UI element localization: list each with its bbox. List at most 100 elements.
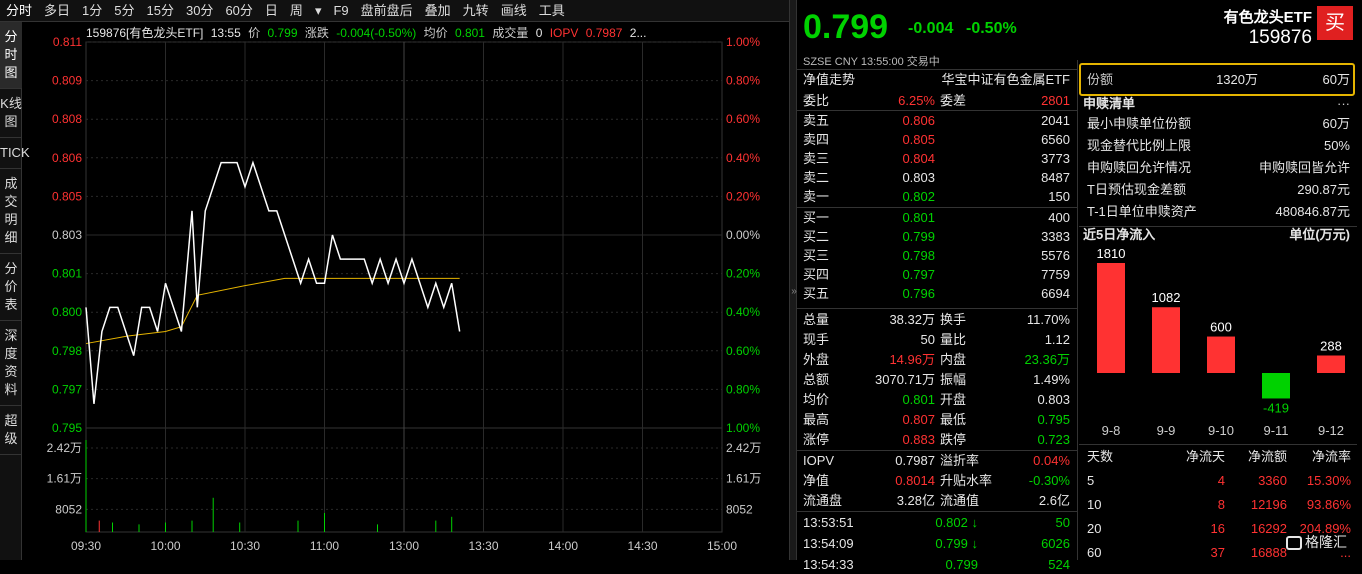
- ask-level-label: 卖二: [803, 170, 830, 185]
- intraday-chart[interactable]: 09:30 10:00 10:30 11:00 13:00 13:30 14:00 14:30…: [22, 22, 789, 560]
- inflow-value: 1810: [1097, 246, 1126, 261]
- last-price: 0.799: [803, 8, 889, 46]
- bid-level-label: 买五: [803, 286, 830, 301]
- toolbar-item-13[interactable]: 九转: [457, 0, 495, 22]
- ask-volume: 2041: [1041, 113, 1070, 128]
- x-tick-label: 09:30: [71, 539, 101, 553]
- watermark-icon: [1286, 536, 1302, 551]
- ask-volume: 150: [1048, 189, 1070, 204]
- buy-button[interactable]: 买: [1317, 6, 1353, 40]
- panel-divider[interactable]: »: [789, 0, 797, 560]
- inflow-bar: [1207, 336, 1235, 373]
- left-tab-6[interactable]: 超级: [0, 406, 22, 455]
- stat-label2: 量比: [940, 332, 967, 347]
- time: 13:55: [210, 26, 241, 40]
- toolbar-item-11[interactable]: 盘前盘后: [355, 0, 419, 22]
- inflow-value: -419: [1263, 400, 1289, 415]
- stat-value2: 0.723: [1037, 432, 1070, 447]
- bid-price: 0.799: [902, 229, 935, 244]
- flow-table-cell: 93.86%: [1306, 497, 1351, 512]
- ask-level-label: 卖一: [803, 189, 830, 204]
- left-tab-3[interactable]: 成交明细: [0, 169, 22, 254]
- pct-tick-label: 0.80%: [726, 382, 760, 396]
- commission-label2: 委差: [940, 93, 967, 108]
- toolbar-item-6[interactable]: 60分: [219, 0, 258, 22]
- price-label: 价: [248, 26, 261, 40]
- ask-price: 0.806: [902, 113, 935, 128]
- toolbar-item-0[interactable]: 分时: [0, 0, 38, 22]
- bid-volume: 7759: [1041, 267, 1070, 282]
- stat-value: 38.32万: [889, 312, 935, 327]
- y-tick-label: 0.811: [53, 35, 82, 49]
- ask-level-label: 卖四: [803, 132, 830, 147]
- avg-label: 均价: [423, 26, 448, 40]
- tick-time: 13:54:33: [803, 557, 854, 572]
- stat-label: 均价: [803, 392, 830, 407]
- flow-table-header: 净流额: [1247, 449, 1287, 464]
- toolbar-item-3[interactable]: 5分: [108, 0, 140, 22]
- redeem-value: 50%: [1323, 138, 1350, 153]
- iopv-row-label: 流通盘: [803, 493, 843, 508]
- left-tab-2[interactable]: TICK: [0, 138, 30, 169]
- bid-level-label: 买四: [803, 267, 830, 282]
- commission-label: 委比: [803, 93, 830, 108]
- iopv-value: 0.7987: [585, 26, 623, 40]
- price-pct: -0.50%: [966, 20, 1017, 37]
- iopv-row-label2: 升贴水率: [940, 473, 993, 488]
- y-tick-label: 0.798: [52, 344, 82, 358]
- stat-value: 0.801: [902, 392, 935, 407]
- toolbar-item-7[interactable]: 日: [259, 0, 284, 22]
- flow-table-header: 净流天: [1185, 449, 1225, 464]
- bid-price: 0.797: [902, 267, 935, 282]
- stat-value2: 0.803: [1037, 392, 1070, 407]
- x-tick-label: 10:30: [230, 539, 260, 553]
- stat-label2: 跌停: [940, 432, 967, 447]
- vol-tick-label: 1.61万: [726, 472, 761, 486]
- left-tab-5[interactable]: 深度资料: [0, 321, 22, 406]
- flow-table-cell: 15.30%: [1306, 473, 1351, 488]
- toolbar-item-15[interactable]: 工具: [533, 0, 571, 22]
- inflow-bar: [1262, 373, 1290, 399]
- iopv-row-value: 3.28亿: [896, 493, 935, 508]
- chart-info-line: 159876[有色龙头ETF] 13:55 价 0.799 涨跌 -0.004(…: [86, 24, 726, 40]
- price-change: -0.004: [908, 20, 954, 37]
- toolbar-item-9[interactable]: ▾: [309, 0, 328, 22]
- toolbar-item-10[interactable]: F9: [327, 0, 354, 22]
- inflow-value: 600: [1210, 320, 1232, 335]
- toolbar-item-12[interactable]: 叠加: [419, 0, 457, 22]
- avg-value: 0.801: [454, 26, 485, 40]
- bid-price: 0.796: [902, 286, 935, 301]
- ask-price: 0.802: [902, 189, 935, 204]
- toolbar-item-2[interactable]: 1分: [76, 0, 108, 22]
- flow-table-header: 净流率: [1311, 449, 1351, 464]
- tick-volume: 6026: [1041, 536, 1070, 551]
- pct-tick-label: 0.80%: [726, 74, 760, 88]
- tick-time: 13:54:09: [803, 536, 854, 551]
- toolbar-item-14[interactable]: 画线: [495, 0, 533, 22]
- toolbar-item-1[interactable]: 多日: [38, 0, 76, 22]
- flow-unit: 单位(万元): [1289, 227, 1350, 242]
- x-tick-label: 13:30: [468, 539, 498, 553]
- flow-table-cell: 8: [1217, 497, 1225, 512]
- stat-value2: 1.12: [1044, 332, 1070, 347]
- stat-label: 涨停: [803, 432, 830, 447]
- net-inflow-chart: 1810 9-8 1082 9-9 600 9-10 -419 9-11 288 9-12: [1097, 246, 1345, 438]
- separator: [1079, 444, 1357, 445]
- stat-label2: 换手: [940, 312, 967, 327]
- stat-value2: 1.49%: [1033, 372, 1070, 387]
- toolbar-item-5[interactable]: 30分: [180, 0, 219, 22]
- left-tab-1[interactable]: K线图: [0, 89, 22, 138]
- nav-label[interactable]: 净值走势: [803, 70, 855, 89]
- flow-table-cell: 12196: [1250, 497, 1287, 512]
- inflow-bar: [1097, 263, 1125, 373]
- stat-label2: 振幅: [940, 372, 967, 387]
- redeem-label: 现金替代比例上限: [1087, 138, 1192, 153]
- toolbar-item-8[interactable]: 周: [284, 0, 309, 22]
- more-icon[interactable]: ···: [1320, 94, 1350, 113]
- left-tab-0[interactable]: 分时图: [0, 22, 22, 89]
- pct-tick-label: 0.00%: [726, 228, 760, 242]
- stat-label: 现手: [803, 332, 830, 347]
- stat-value2: 11.70%: [1026, 312, 1070, 327]
- left-tab-4[interactable]: 分价表: [0, 254, 22, 321]
- toolbar-item-4[interactable]: 15分: [141, 0, 180, 22]
